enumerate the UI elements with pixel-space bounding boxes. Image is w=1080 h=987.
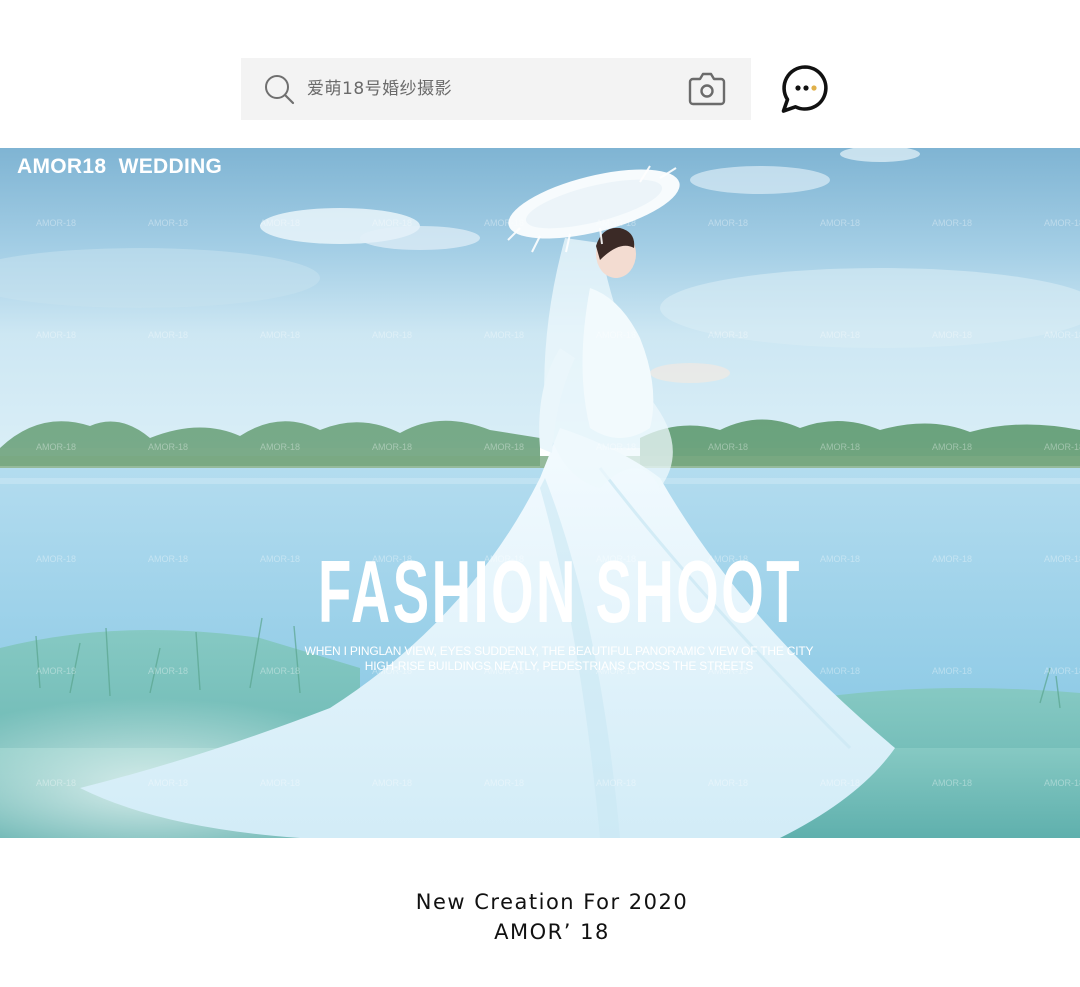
watermark-text: AMOR-18: [148, 778, 188, 788]
watermark-text: AMOR-18: [820, 778, 860, 788]
watermark-text: AMOR-18: [1044, 442, 1080, 452]
watermark-text: AMOR-18: [820, 218, 860, 228]
hero-headline: FASHION SHOOT: [318, 542, 802, 641]
caption-new-creation: New Creation For 2020: [415, 890, 689, 914]
watermark-text: AMOR-18: [820, 330, 860, 340]
brand-logo: AMOR18 WEDDING: [17, 155, 223, 178]
watermark-text: AMOR-18: [148, 218, 188, 228]
caption-amor18: AMOR’ 18: [494, 920, 610, 944]
search-bar[interactable]: 爱萌18号婚纱摄影: [241, 58, 751, 120]
hero-banner[interactable]: AMOR-18 AMOR-18 AMOR-18 AMOR-18 AMOR-18 AMOR-…: [0, 148, 1080, 838]
watermark-text: AMOR-18: [932, 218, 972, 228]
watermark-text: AMOR-18: [484, 218, 524, 228]
hero-photo: AMOR-18 AMOR-18 AMOR-18 AMOR-18 AMOR-18 AMOR-…: [0, 148, 1080, 838]
watermark-text: AMOR-18: [260, 218, 300, 228]
watermark-text: AMOR-18: [372, 330, 412, 340]
watermark-text: AMOR-18: [484, 442, 524, 452]
watermark-text: AMOR-18: [148, 554, 188, 564]
watermark-text: AMOR-18: [36, 218, 76, 228]
watermark-text: AMOR-18: [36, 554, 76, 564]
search-input[interactable]: 爱萌18号婚纱摄影: [307, 58, 452, 120]
watermark-text: AMOR-18: [596, 778, 636, 788]
watermark-text: AMOR-18: [596, 330, 636, 340]
watermark-text: AMOR-18: [36, 778, 76, 788]
search-icon[interactable]: [263, 73, 295, 105]
watermark-text: AMOR-18: [708, 778, 748, 788]
watermark-text: AMOR-18: [260, 778, 300, 788]
watermark-text: AMOR-18: [36, 330, 76, 340]
watermark-text: AMOR-18: [36, 442, 76, 452]
watermark-text: AMOR-18: [932, 778, 972, 788]
watermark-text: AMOR-18: [1044, 330, 1080, 340]
watermark-text: AMOR-18: [260, 330, 300, 340]
watermark-text: AMOR-18: [932, 330, 972, 340]
watermark-text: AMOR-18: [260, 442, 300, 452]
camera-icon[interactable]: [687, 70, 727, 108]
watermark-text: AMOR-18: [932, 554, 972, 564]
hero-subline-2: HIGH-RISE BUILDINGS NEATLY, PEDESTRIANS …: [364, 659, 754, 673]
watermark-text: AMOR-18: [1044, 554, 1080, 564]
watermark-text: AMOR-18: [596, 218, 636, 228]
watermark-text: AMOR-18: [932, 442, 972, 452]
watermark-text: AMOR-18: [596, 442, 636, 452]
watermark-text: AMOR-18: [708, 330, 748, 340]
watermark-text: AMOR-18: [1044, 778, 1080, 788]
chat-bubble-icon[interactable]: [778, 62, 832, 116]
watermark-text: AMOR-18: [1044, 218, 1080, 228]
watermark-text: AMOR-18: [484, 330, 524, 340]
watermark-text: AMOR-18: [148, 330, 188, 340]
watermark-text: AMOR-18: [372, 442, 412, 452]
watermark-text: AMOR-18: [484, 778, 524, 788]
watermark-text: AMOR-18: [372, 218, 412, 228]
page: 爱萌18号婚纱摄影 AMOR-18 AMOR-18 AMOR-18 AMOR-1…: [0, 0, 1080, 987]
watermark-text: AMOR-18: [372, 778, 412, 788]
watermark-text: AMOR-18: [820, 442, 860, 452]
watermark-text: AMOR-18: [148, 442, 188, 452]
watermark-text: AMOR-18: [708, 218, 748, 228]
watermark-text: AMOR-18: [708, 442, 748, 452]
